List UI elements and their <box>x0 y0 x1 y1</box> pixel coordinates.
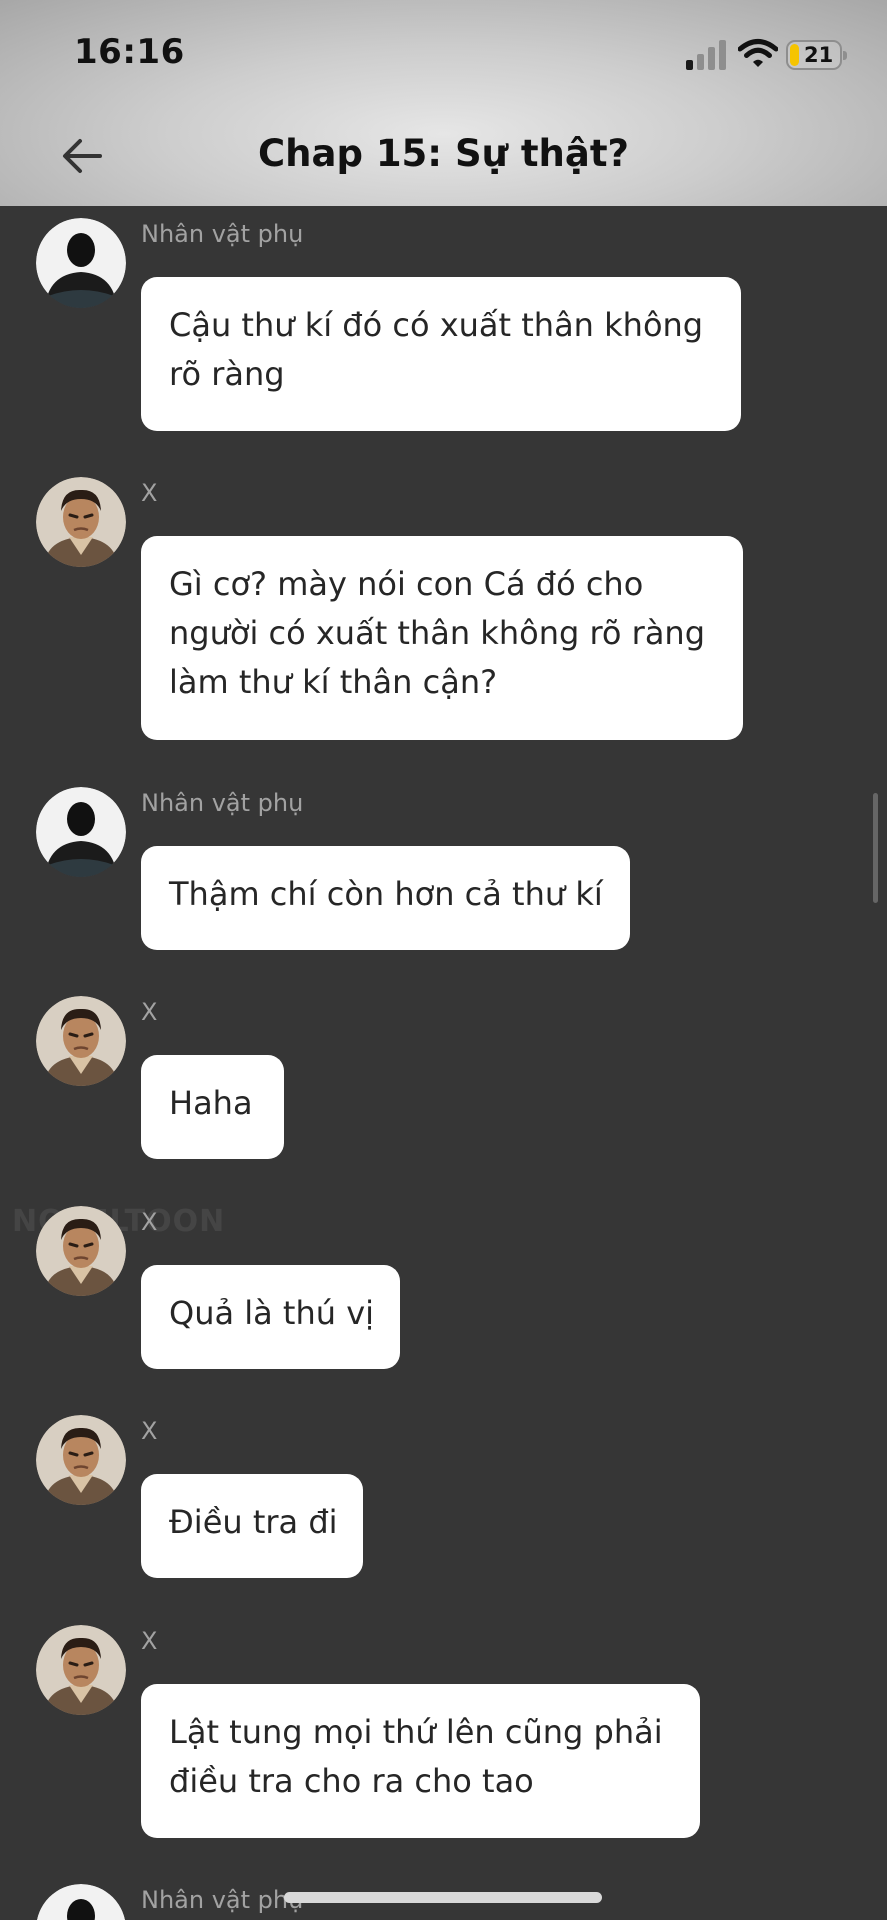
scrollbar[interactable] <box>873 793 878 903</box>
wifi-icon <box>738 39 778 67</box>
home-indicator[interactable] <box>284 1892 602 1903</box>
message-bubble[interactable]: Quả là thú vị <box>141 1265 400 1369</box>
message-text-line: Quả là thú vị <box>169 1294 375 1332</box>
silhouette-avatar[interactable] <box>36 787 126 877</box>
battery-level: 21 <box>804 43 834 67</box>
man-portrait-avatar[interactable] <box>36 1206 126 1296</box>
message-bubble[interactable]: Haha <box>141 1055 284 1159</box>
man-portrait-avatar[interactable] <box>36 1415 126 1505</box>
man-portrait-avatar[interactable] <box>36 996 126 1086</box>
sender-name: X <box>141 1208 158 1236</box>
page-title: Chap 15: Sự thật? <box>257 132 629 175</box>
message-text-line: Cậu thư kí đó có xuất thân không <box>169 306 704 344</box>
sender-name: X <box>141 479 158 507</box>
battery-fill <box>790 44 799 66</box>
message-bubble[interactable]: Cậu thư kí đó có xuất thân không rõ ràng <box>141 277 741 431</box>
sender-name: X <box>141 1627 158 1655</box>
message-text-line: Điều tra đi <box>169 1503 338 1541</box>
back-arrow-icon[interactable] <box>56 130 108 182</box>
sender-name: Nhân vật phụ <box>141 789 304 817</box>
message-text-line: Thậm chí còn hơn cả thư kí <box>169 875 603 913</box>
sender-name: X <box>141 1417 158 1445</box>
sender-name: Nhân vật phụ <box>141 1886 304 1914</box>
header: 16:16 21 Chap 15: Sự thật? <box>0 0 887 206</box>
message-text-line: điều tra cho ra cho tao <box>169 1762 534 1800</box>
message-text-line: Gì cơ? mày nói con Cá đó cho <box>169 565 644 603</box>
message-text-line: rõ ràng <box>169 355 285 393</box>
silhouette-avatar[interactable] <box>36 218 126 308</box>
man-portrait-avatar[interactable] <box>36 1625 126 1715</box>
message-text-line: Haha <box>169 1084 253 1122</box>
message-bubble[interactable]: Điều tra đi <box>141 1474 363 1578</box>
message-bubble[interactable]: Gì cơ? mày nói con Cá đó cho người có xu… <box>141 536 743 740</box>
battery-cap <box>843 51 847 60</box>
chat-screen: NOVELTOON 16:16 21 Chap 15: Sự thật? Nhâ… <box>0 0 887 1920</box>
sender-name: X <box>141 998 158 1026</box>
message-text-line: người có xuất thân không rõ ràng <box>169 614 706 652</box>
sender-name: Nhân vật phụ <box>141 220 304 248</box>
message-text-line: làm thư kí thân cận? <box>169 663 498 701</box>
battery-icon: 21 <box>786 40 847 70</box>
silhouette-avatar[interactable] <box>36 1884 126 1920</box>
message-bubble[interactable]: Thậm chí còn hơn cả thư kí <box>141 846 630 950</box>
message-bubble[interactable]: Lật tung mọi thứ lên cũng phải điều tra … <box>141 1684 700 1838</box>
cellular-signal-icon <box>686 40 726 70</box>
status-time: 16:16 <box>74 32 185 72</box>
message-text-line: Lật tung mọi thứ lên cũng phải <box>169 1713 663 1751</box>
man-portrait-avatar[interactable] <box>36 477 126 567</box>
